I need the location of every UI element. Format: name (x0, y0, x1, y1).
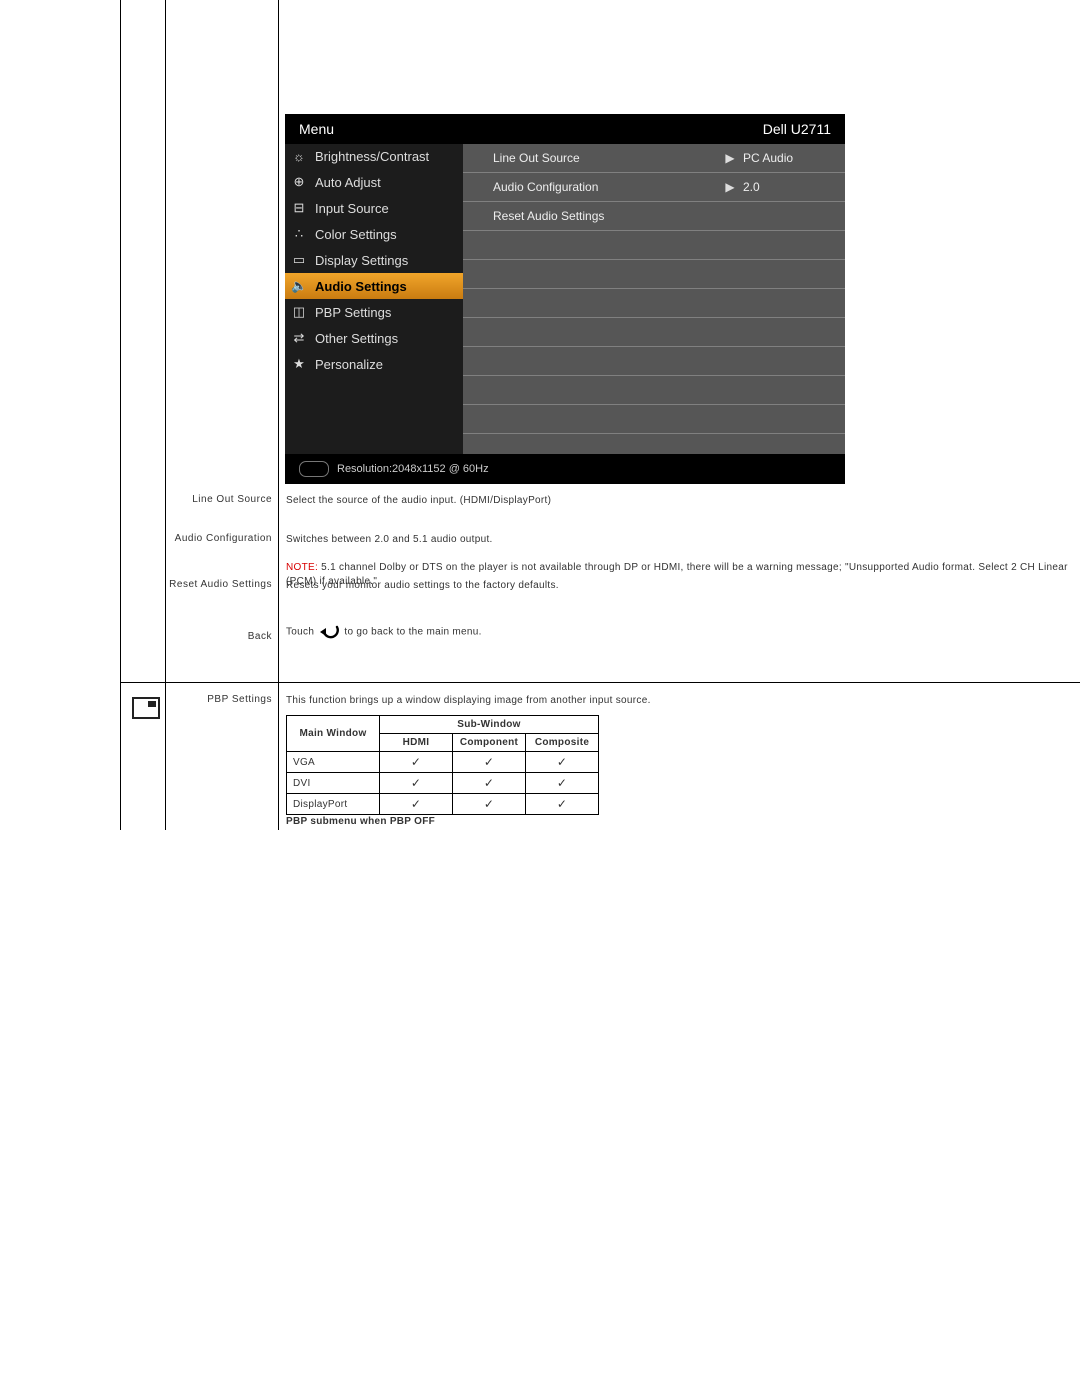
divider (120, 0, 121, 830)
osd-menu-item-label: Other Settings (315, 331, 398, 346)
osd-menu-item-icon: ⊟ (291, 200, 307, 216)
osd-resolution: Resolution:2048x1152 @ 60Hz (337, 454, 489, 484)
osd-menu-item[interactable]: ⊕ Auto Adjust (285, 169, 463, 195)
row-text-pbp-intro: This function brings up a window display… (286, 694, 1080, 708)
back-text-after: to go back to the main menu. (344, 627, 481, 638)
osd-menu-item[interactable]: 🔈 Audio Settings (285, 273, 463, 299)
osd-menu-item[interactable]: ▭ Display Settings (285, 247, 463, 273)
osd-header: Menu Dell U2711 (285, 114, 845, 144)
osd-menu-item[interactable]: ∴ Color Settings (285, 221, 463, 247)
osd-submenu-row (463, 289, 845, 318)
divider (120, 682, 1080, 683)
osd-menu-item-label: Input Source (315, 201, 389, 216)
td-check: ✓ (526, 752, 599, 773)
osd-submenu-row[interactable]: Audio Configuration▶2.0 (463, 173, 845, 202)
osd-menu-item-label: Display Settings (315, 253, 408, 268)
td-check: ✓ (380, 794, 453, 815)
osd-menu-item-icon: ☼ (291, 149, 307, 164)
osd-menu-item-icon: ★ (291, 356, 307, 372)
td-check: ✓ (453, 794, 526, 815)
row-text-back: Touch to go back to the main menu. (286, 623, 1080, 641)
row-label-pbp: PBP Settings (167, 694, 272, 705)
osd-menu-item-icon: ⊕ (291, 174, 307, 190)
osd-submenu-row[interactable]: Reset Audio Settings (463, 202, 845, 231)
back-arrow-icon (317, 623, 341, 641)
osd-submenu-value: PC Audio (737, 144, 845, 172)
td-check: ✓ (526, 794, 599, 815)
th-col: Component (453, 734, 526, 752)
osd-body: ☼ Brightness/Contrast ⊕ Auto Adjust ⊟ Input S… (285, 144, 845, 454)
osd-submenu-value: 2.0 (737, 173, 845, 201)
osd-submenu-row (463, 318, 845, 347)
row-label-audio-config: Audio Configuration (167, 533, 272, 544)
osd-menu-item[interactable]: ⊟ Input Source (285, 195, 463, 221)
osd-menu-item-label: Audio Settings (315, 279, 407, 294)
osd-menu-item-icon: ▭ (291, 252, 307, 268)
osd-menu-item-icon: ⇄ (291, 330, 307, 346)
osd-submenu-label: Reset Audio Settings (463, 202, 723, 230)
osd-submenu-row (463, 260, 845, 289)
row-label-line-out-source: Line Out Source (167, 494, 272, 505)
osd-footer: Resolution:2048x1152 @ 60Hz (285, 454, 845, 484)
osd-submenu-row (463, 376, 845, 405)
osd-submenu-label: Line Out Source (463, 144, 723, 172)
td-check: ✓ (453, 773, 526, 794)
divider (278, 0, 279, 830)
pbp-footer: PBP submenu when PBP OFF (286, 815, 1080, 829)
osd-screenshot: Menu Dell U2711 ☼ Brightness/Contrast ⊕ Aut… (285, 114, 845, 484)
td-check: ✓ (453, 752, 526, 773)
row-text-reset-audio: Resets your monitor audio settings to th… (286, 579, 1080, 593)
osd-menu-item-icon: ∴ (291, 226, 307, 242)
osd-menu-item[interactable]: ⇄ Other Settings (285, 325, 463, 351)
td-row-name: DisplayPort (287, 794, 380, 815)
osd-right-panel: Line Out Source▶PC AudioAudio Configurat… (463, 144, 845, 454)
osd-menu-item-label: PBP Settings (315, 305, 391, 320)
row-label-back: Back (167, 631, 272, 642)
td-row-name: VGA (287, 752, 380, 773)
osd-menu-item[interactable]: ★ Personalize (285, 351, 463, 377)
osd-menu-item-label: Auto Adjust (315, 175, 381, 190)
osd-menu-item[interactable]: ◫ PBP Settings (285, 299, 463, 325)
th-col: HDMI (380, 734, 453, 752)
osd-left-menu: ☼ Brightness/Contrast ⊕ Auto Adjust ⊟ Input S… (285, 144, 463, 454)
osd-submenu-value (737, 202, 845, 230)
osd-title: Menu (299, 114, 334, 144)
chevron-right-icon (723, 202, 737, 230)
audio-config-text1: Switches between 2.0 and 5.1 audio outpu… (286, 534, 493, 545)
row-text-line-out-source: Select the source of the audio input. (H… (286, 494, 1080, 508)
osd-menu-item-label: Color Settings (315, 227, 397, 242)
osd-menu-item-label: Brightness/Contrast (315, 149, 429, 164)
back-text-before: Touch (286, 627, 317, 638)
td-check: ✓ (380, 773, 453, 794)
osd-submenu-row (463, 231, 845, 260)
td-check: ✓ (380, 752, 453, 773)
osd-menu-item-label: Personalize (315, 357, 383, 372)
pbp-compat-table: Main WindowSub-WindowHDMIComponentCompos… (286, 715, 599, 815)
optimal-badge-icon (299, 461, 329, 477)
th-col: Composite (526, 734, 599, 752)
th-main-window: Main Window (287, 716, 380, 752)
divider (165, 0, 166, 830)
osd-menu-item[interactable]: ☼ Brightness/Contrast (285, 144, 463, 169)
page: Menu Dell U2711 ☼ Brightness/Contrast ⊕ Aut… (0, 0, 1080, 1397)
td-row-name: DVI (287, 773, 380, 794)
chevron-right-icon: ▶ (723, 144, 737, 172)
osd-submenu-row (463, 405, 845, 434)
pbp-icon (132, 697, 160, 719)
osd-model: Dell U2711 (763, 114, 831, 144)
chevron-right-icon: ▶ (723, 173, 737, 201)
th-sub-window: Sub-Window (380, 716, 599, 734)
row-label-reset-audio: Reset Audio Settings (167, 579, 272, 590)
osd-submenu-label: Audio Configuration (463, 173, 723, 201)
osd-menu-item-icon: 🔈 (291, 278, 307, 294)
td-check: ✓ (526, 773, 599, 794)
osd-menu-item-icon: ◫ (291, 304, 307, 320)
note-label: NOTE: (286, 562, 321, 573)
osd-submenu-row[interactable]: Line Out Source▶PC Audio (463, 144, 845, 173)
osd-submenu-row (463, 347, 845, 376)
